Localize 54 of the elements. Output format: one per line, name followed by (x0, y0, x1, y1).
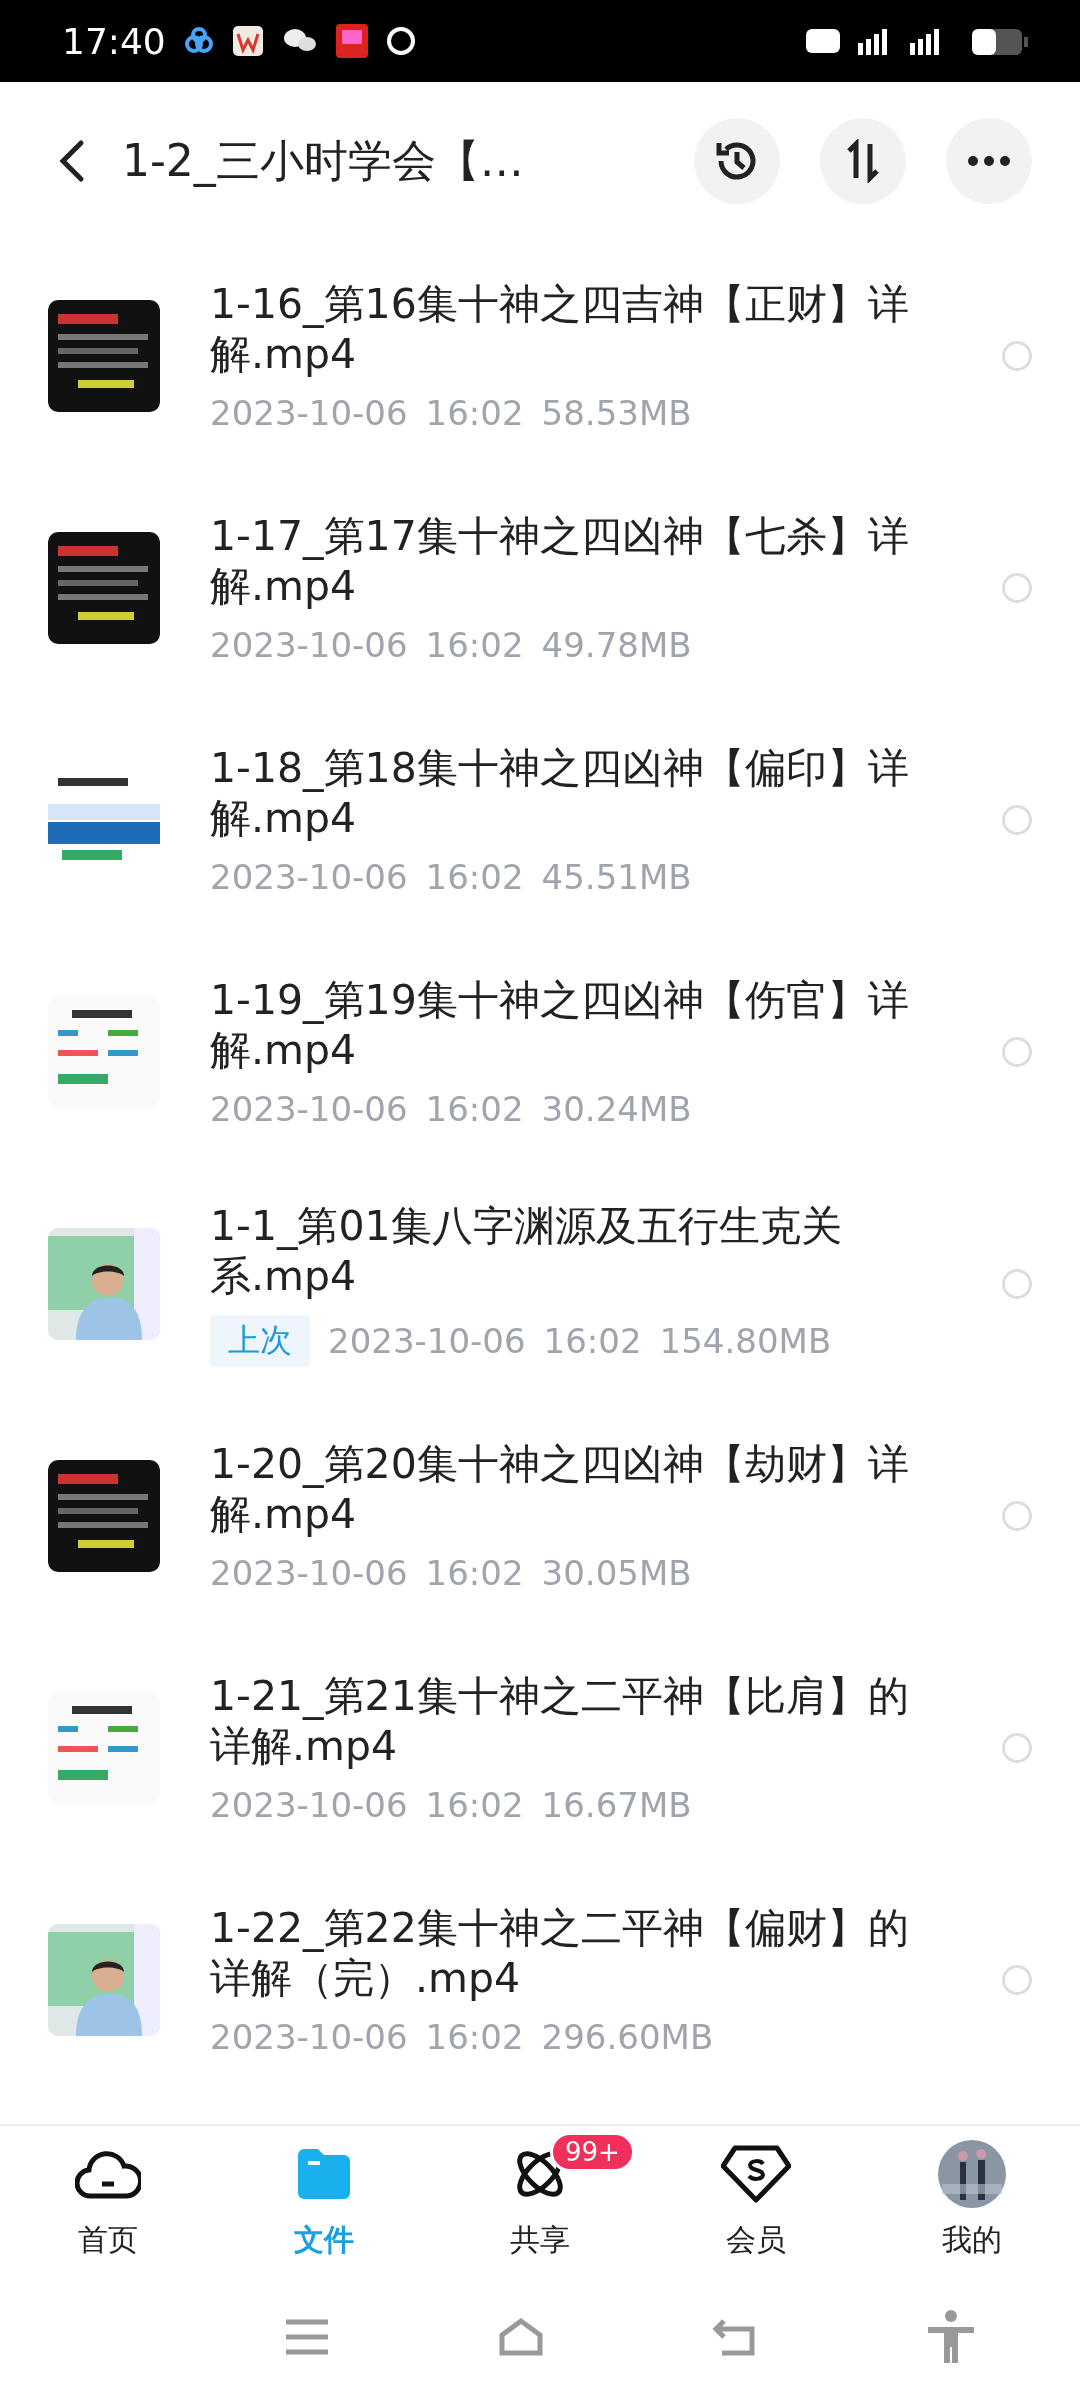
last-played-tag: 上次 (210, 1315, 310, 1367)
file-name: 1-16_第16集十神之四吉神【正财】详解.mp4 (210, 279, 910, 379)
select-radio[interactable] (1002, 1733, 1032, 1763)
file-size: 16.67MB (541, 1785, 692, 1825)
file-size: 45.51MB (541, 857, 692, 897)
cloud-app-icon (183, 26, 214, 56)
file-size: 30.05MB (541, 1553, 692, 1593)
nav-tab[interactable]: 首页 (0, 2138, 216, 2268)
file-name: 1-21_第21集十神之二平神【比肩】的详解.mp4 (210, 1671, 910, 1771)
select-radio[interactable] (1002, 1965, 1032, 1995)
file-time: 16:02 (543, 1321, 642, 1361)
file-name: 1-17_第17集十神之四凶神【七杀】详解.mp4 (210, 511, 910, 611)
file-size: 58.53MB (541, 393, 692, 433)
file-date: 2023-10-06 (210, 1553, 408, 1593)
nav-tab[interactable]: 会员 (648, 2138, 864, 2268)
folder-title: 1-2_三小时学会【… (122, 133, 525, 189)
status-time: 17:40 (62, 20, 166, 62)
file-time: 16:02 (425, 1785, 524, 1825)
file-date: 2023-10-06 (210, 625, 408, 665)
file-time: 16:02 (425, 1089, 524, 1129)
file-size: 30.24MB (541, 1089, 692, 1129)
file-name: 1-22_第22集十神之二平神【偏财】的详解（完）.mp4 (210, 1903, 910, 2003)
file-date: 2023-10-06 (210, 1089, 408, 1129)
vip-diamond-icon (721, 2144, 791, 2204)
file-date: 2023-10-06 (210, 1785, 408, 1825)
file-date: 2023-10-06 (210, 857, 408, 897)
file-name: 1-18_第18集十神之四凶神【偏印】详解.mp4 (210, 743, 910, 843)
file-name: 1-19_第19集十神之四凶神【伤官】详解.mp4 (210, 975, 910, 1075)
file-size: 296.60MB (541, 2017, 714, 2057)
browser-app-icon (385, 26, 416, 56)
file-time: 16:02 (425, 2017, 524, 2057)
file-time: 16:02 (425, 1553, 524, 1593)
select-radio[interactable] (1002, 805, 1032, 835)
file-time: 16:02 (425, 393, 524, 433)
select-radio[interactable] (1002, 1037, 1032, 1067)
file-date: 2023-10-06 (210, 2017, 408, 2057)
more-icon (967, 155, 1011, 167)
select-radio[interactable] (1002, 1501, 1032, 1531)
file-date: 2023-10-06 (210, 393, 408, 433)
file-name: 1-1_第01集八字渊源及五行生克关系.mp4 (210, 1201, 843, 1301)
nav-tab[interactable]: 我的 (864, 2138, 1080, 2268)
file-size: 154.80MB (659, 1321, 832, 1361)
file-time: 16:02 (425, 625, 524, 665)
file-size: 49.78MB (541, 625, 692, 665)
shopping-app-icon (335, 24, 368, 58)
select-radio[interactable] (1002, 573, 1032, 603)
avatar-icon (936, 2138, 1008, 2210)
file-time: 16:02 (425, 857, 524, 897)
select-radio[interactable] (1002, 341, 1032, 371)
file-date: 2023-10-06 (328, 1321, 526, 1361)
office-app-icon (231, 25, 264, 57)
count-badge: 99+ (550, 2132, 635, 2172)
file-name: 1-20_第20集十神之四凶神【劫财】详解.mp4 (210, 1439, 910, 1539)
select-radio[interactable] (1002, 1269, 1032, 1299)
